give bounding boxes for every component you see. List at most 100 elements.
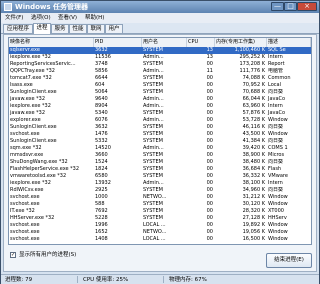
process-name: iexplore.exe *32 [10,103,51,109]
end-process-button[interactable]: 结束进程(E) [266,253,312,268]
process-pid: 7692 [95,208,108,214]
process-row[interactable]: svchost.exe 588 SYSTEM 00 30,120 K Window [9,201,311,208]
maximize-button[interactable]: □ [284,2,297,11]
process-description: Window [268,194,288,200]
column-memory[interactable]: 内存(专用工作集) [215,38,267,47]
process-name: iexplore.exe *32 [10,54,51,60]
minimize-button[interactable]: — [271,2,284,11]
process-name: SunloginClient.exe [10,89,57,95]
process-memory: 34,960 K [242,187,265,193]
processes-panel: 映像名称 PID 用户名 CPU 内存(专用工作集) 描述 sqlservr.e… [3,34,317,272]
process-row[interactable]: ShuDongWang.exe *32 1524 SYSTEM 00 38,480 K向… [9,159,311,166]
process-description: 向日葵 [268,159,284,165]
process-name: IT.exe *32 [10,208,35,214]
menu-options[interactable]: 选项(O) [29,14,53,22]
process-pid: 5340 [95,110,108,116]
process-memory: 41,384 K [242,138,265,144]
process-row[interactable]: svchost.exe 1408 LOCAL ... 00 16,500 K Window [9,236,311,243]
process-memory: 295,252 K [239,54,265,60]
process-row[interactable]: IT.exe *32 7692 SYSTEM 00 28,320 K XT000 [9,208,311,215]
process-description: JavaCo [268,96,286,102]
process-row[interactable]: SunloginClient.exe 5064 SYSTEM 00 70,688 K 向日… [9,89,311,96]
process-pid: 5332 [95,138,108,144]
process-row[interactable]: HHServer.exe *32 5228 SYSTEM 00 27,128 K HHSe… [9,215,311,222]
process-row[interactable]: RdlWlCsv.exe 2925 SYSTEM 00 34,960 K 向日葵 [9,187,311,194]
show-all-processes-checkbox[interactable]: ✓ [10,252,16,258]
process-user: SYSTEM [143,124,163,130]
process-row[interactable]: FlashHelperService.exe *32 1824 SYSTEM 00 36… [9,166,311,173]
title-bar[interactable]: Windows 任务管理器 — □ × [1,1,319,13]
process-pid: 5856 [95,68,108,74]
process-user: SYSTEM [143,110,163,116]
process-description: JavaCo [268,110,286,116]
process-cpu: 00 [206,103,213,109]
process-name: mmsdsvr.exe [10,152,44,158]
tab-performance[interactable]: 性能 [69,24,87,33]
process-row[interactable]: svchost.exe 1652 NETWO... 00 19,056 K Window [9,229,311,236]
process-row[interactable]: svchost.exe 1996 LOCAL ... 00 19,892 K Window [9,222,311,229]
process-memory: 19,056 K [242,229,265,235]
tab-networking[interactable]: 联网 [87,24,105,33]
column-cpu[interactable]: CPU [187,38,215,47]
process-row[interactable]: explorer.exe 6076 Admin... 00 53,728 K Window [9,117,311,124]
process-description: Report [268,61,285,67]
process-pid: 14520 [95,145,111,151]
process-user: Admin... [143,68,164,74]
menu-help[interactable]: 帮助(H) [83,14,106,22]
column-description[interactable]: 描述 [267,38,311,47]
process-row[interactable]: SunloginClient.exe 5332 SYSTEM 00 41,384 K 向日… [9,138,311,145]
physical-memory: 物理内存: 67% [169,277,207,283]
close-button[interactable]: × [297,2,317,11]
process-row[interactable]: iexplore.exe *32 13932 Admin... 00 38,100 KI… [9,180,311,187]
process-row[interactable]: javaw.exe *32 5340 SYSTEM 00 57,876 K JavaCo [9,110,311,117]
process-user: NETWO... [143,229,167,235]
process-description: Intern [268,180,283,186]
process-row[interactable]: sqlservr.exe 3632 SYSTEM 13 1,100,460 K SQL S… [9,47,311,54]
column-pid[interactable]: PID [94,38,142,47]
process-cpu: 00 [206,61,213,67]
process-row[interactable]: iexplore.exe *32 11536 Admin... 13 295,252 K… [9,54,311,61]
column-user-name[interactable]: 用户名 [142,38,187,47]
process-name: SunloginClient.exe [10,138,57,144]
process-description: 电脑管 [268,68,284,74]
process-name: FlashHelperService.exe *32 [10,166,80,172]
process-pid: 5064 [95,89,108,95]
process-row[interactable]: SunloginClient.exe 3632 SYSTEM 00 46,116 K 向日… [9,124,311,131]
process-cpu: 00 [206,117,213,123]
process-row[interactable]: javaw.exe *32 9640 Admin... 00 66,044 K JavaC… [9,96,311,103]
process-memory: 66,044 K [242,96,265,102]
menu-view[interactable]: 查看(V) [56,14,79,22]
process-row[interactable]: lsass.exe 604 SYSTEM 00 70,952 K Local [9,82,311,89]
process-row[interactable]: sqm.exe *32 14520 Admin... 00 39,420 K COMS 1 [9,145,311,152]
process-memory: 1,100,460 K [234,47,265,53]
process-cpu: 00 [206,145,213,151]
tab-users[interactable]: 用户 [105,24,123,33]
process-user: SYSTEM [143,47,163,53]
process-user: SYSTEM [143,138,163,144]
process-description: HHServ [268,215,287,221]
process-name: QQPCTray.exe *32 [10,68,55,74]
process-pid: 6076 [95,117,108,123]
process-memory: 19,892 K [242,222,265,228]
process-cpu: 00 [206,138,213,144]
tab-services[interactable]: 服务 [51,24,69,33]
tab-applications[interactable]: 应用程序 [3,24,33,33]
tab-processes[interactable]: 进程 [33,23,51,34]
process-description: Window [268,131,288,137]
process-description: Window [268,222,288,228]
process-row[interactable]: mmsdsvr.exe 3660 SYSTEM 00 38,900 K Micros [9,152,311,159]
column-image-name[interactable]: 映像名称 [9,38,94,47]
process-pid: 6644 [95,75,108,81]
process-row[interactable]: svchost.exe 1000 NETWO... 00 31,212 K Window [9,194,311,201]
process-row[interactable]: vmwaretoolsd.exe *32 6580 SYSTEM 00 36,332 K… [9,173,311,180]
process-row[interactable]: tomcat7.exe *32 6644 SYSTEM 00 74,088 K Commo… [9,75,311,82]
process-pid: 3632 [95,124,108,130]
process-row[interactable]: QQPCTray.exe *32 5856 Admin... 11 111,776 K电… [9,68,311,75]
process-row[interactable]: iexplore.exe *32 8904 Admin... 00 63,960 K In… [9,103,311,110]
process-list[interactable]: 映像名称 PID 用户名 CPU 内存(专用工作集) 描述 sqlservr.e… [8,37,312,245]
process-row[interactable]: ReportingServicesServic... 3748 SYSTEM 00 17… [9,61,311,68]
menu-file[interactable]: 文件(F) [3,14,25,22]
process-user: Admin... [143,180,164,186]
process-row[interactable]: svchost.exe 1476 SYSTEM 00 43,500 K Window [9,131,311,138]
process-pid: 588 [95,201,105,207]
